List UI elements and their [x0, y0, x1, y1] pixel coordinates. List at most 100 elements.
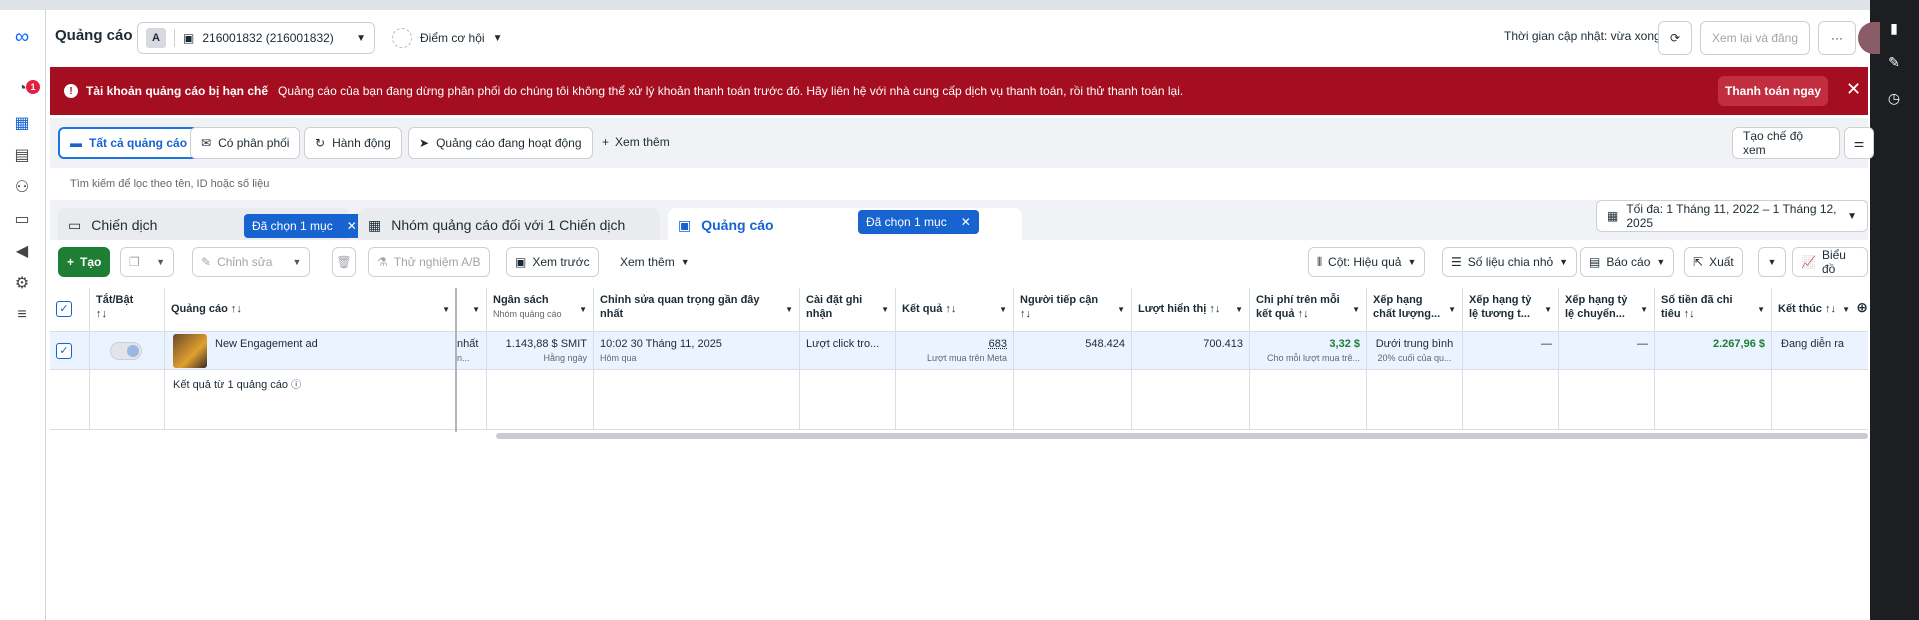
ends-cell: Đang diễn ra: [1772, 332, 1868, 370]
menu-icon[interactable]: ≡: [11, 304, 33, 326]
filter-all-ads[interactable]: ▬ Tất cả quảng cáo: [58, 127, 200, 159]
column-toggle[interactable]: Tắt/Bật ↑↓: [90, 288, 165, 332]
select-all-checkbox[interactable]: ✓: [56, 301, 72, 317]
selection-label: Đã chọn 1 mục: [866, 215, 947, 229]
column-budget[interactable]: Ngân sách Nhóm quảng cáo ▼: [487, 288, 594, 332]
column-amount-spent[interactable]: Số tiền đã chi tiêu ↑↓ ▼: [1655, 288, 1772, 332]
columns-button[interactable]: ⫴ Cột: Hiệu quả ▼: [1308, 247, 1426, 277]
column-last-edit[interactable]: Chỉnh sửa quan trọng gần đây nhất ▼: [594, 288, 800, 332]
cell-value: 2.267,96 $: [1713, 338, 1765, 350]
add-column-icon[interactable]: ⊕: [1856, 300, 1868, 314]
campaign-selection-pill[interactable]: Đã chọn 1 mục ✕: [244, 214, 365, 238]
pay-now-button[interactable]: Thanh toán ngay: [1718, 76, 1828, 106]
export-dropdown[interactable]: ▼: [1758, 247, 1786, 277]
impressions-cell: 700.413: [1132, 332, 1250, 370]
billing-card-icon[interactable]: ▭: [11, 208, 33, 230]
filter-delivering[interactable]: ✉ Có phân phối: [190, 127, 301, 159]
filter-actions[interactable]: ↻ Hành động: [304, 127, 402, 159]
opportunity-score[interactable]: Điểm cơ hội ▼: [392, 28, 502, 48]
see-more-filters[interactable]: + Xem thêm: [602, 135, 670, 149]
column-quality-ranking[interactable]: Xếp hạng chất lượng... ▼: [1367, 288, 1463, 332]
chart-icon: 📈: [1801, 255, 1816, 269]
footer-cell: [1655, 370, 1772, 430]
see-more-label: Xem thêm: [615, 135, 670, 149]
create-view-button[interactable]: Tạo chế độ xem: [1732, 127, 1840, 159]
info-icon[interactable]: ⓘ: [291, 380, 301, 391]
search-input[interactable]: Tìm kiếm để lọc theo tên, ID hoặc số liệ…: [56, 170, 1868, 198]
meta-logo-icon[interactable]: ∞: [8, 26, 36, 48]
cell-sub: Cho mỗi lượt mua trê...: [1267, 353, 1360, 363]
reports-button[interactable]: ▤ Báo cáo ▼: [1580, 247, 1675, 277]
column-ad-name[interactable]: Quảng cáo ↑↓ ▼: [165, 288, 457, 332]
last-edit-cell: 10:02 30 Tháng 11, 2025 Hôm qua: [594, 332, 800, 370]
send-icon: ➤: [419, 136, 430, 150]
column-cost-per-result[interactable]: Chi phí trên mỗi kết quả ↑↓ ▼: [1250, 288, 1367, 332]
column-attribution[interactable]: Cài đặt ghi nhận ▼: [800, 288, 896, 332]
right-sidebar: ▮ ✎ ◷: [1870, 0, 1919, 620]
header-label: Số tiền đã chi tiêu ↑↓: [1661, 294, 1733, 320]
cell-sub: Lượt mua trên Meta: [927, 353, 1007, 363]
column-ends[interactable]: Kết thúc ↑↓ ▼ ⊕: [1772, 288, 1868, 332]
close-icon[interactable]: ✕: [961, 215, 971, 229]
row-checkbox[interactable]: ✓: [56, 343, 72, 359]
cell-sub: n...: [457, 353, 470, 363]
ads-selection-pill[interactable]: Đã chọn 1 mục ✕: [858, 210, 979, 234]
filter-active-ads[interactable]: ➤ Quảng cáo đang hoạt động: [408, 127, 593, 159]
chevron-down-icon: ▼: [356, 32, 366, 44]
preview-button[interactable]: ▣ Xem trước: [506, 247, 599, 277]
ad-toggle[interactable]: [110, 342, 142, 360]
reach-cell: 548.424: [1014, 332, 1132, 370]
business-settings-icon[interactable]: ⚙: [11, 272, 33, 294]
create-button[interactable]: + Tạo: [58, 247, 111, 277]
export-button[interactable]: ⇱ Xuất: [1684, 247, 1743, 277]
column-results[interactable]: Kết quả ↑↓ ▼: [896, 288, 1014, 332]
audiences-icon[interactable]: ⚇: [11, 176, 33, 198]
ad-name[interactable]: New Engagement ad: [215, 338, 318, 350]
chart-button[interactable]: 📈 Biểu đồ: [1792, 247, 1868, 277]
avatar[interactable]: [1858, 22, 1880, 54]
delete-button[interactable]: 🗑: [332, 247, 356, 277]
more-options-button[interactable]: ···: [1818, 21, 1856, 55]
history-clock-icon[interactable]: ◷: [1885, 90, 1903, 107]
column-conversion-ranking[interactable]: Xếp hạng tỷ lệ chuyển... ▼: [1559, 288, 1655, 332]
chevron-down-icon: ▼: [881, 305, 889, 314]
sliders-icon: ⚌: [1853, 136, 1865, 150]
chart-icon[interactable]: ▮: [1885, 20, 1903, 37]
chevron-down-icon: ▼: [1117, 305, 1125, 314]
chevron-down-icon: ▼: [442, 305, 450, 314]
table-row[interactable]: New Engagement ad: [165, 332, 457, 370]
page-header: Quảng cáo A ▣ 216001832 (216001832) ▼ Đi…: [46, 10, 1880, 68]
campaigns-megaphone-icon[interactable]: ◀: [11, 240, 33, 262]
duplicate-icon: ❐: [129, 255, 140, 269]
column-reach[interactable]: Người tiếp cận ↑↓ ▼: [1014, 288, 1132, 332]
footer-cell: [1014, 370, 1132, 430]
duplicate-button[interactable]: ❐ ▼: [120, 247, 174, 277]
close-icon[interactable]: ✕: [1846, 79, 1861, 100]
ab-test-button[interactable]: ⚗ Thử nghiệm A/B: [368, 247, 490, 277]
review-publish-button[interactable]: Xem lại và đăng: [1700, 21, 1810, 55]
footer-cell: [594, 370, 800, 430]
refresh-button[interactable]: ⟳: [1658, 21, 1692, 55]
horizontal-scrollbar[interactable]: [496, 433, 1868, 439]
account-selector[interactable]: A ▣ 216001832 (216001832) ▼: [137, 22, 375, 54]
see-more-actions[interactable]: Xem thêm ▼: [612, 247, 698, 277]
tab-adsets[interactable]: ▦ Nhóm quảng cáo đối với 1 Chiến dịch: [358, 208, 660, 242]
cell-sub: Hằng ngày: [543, 353, 587, 363]
cell-value[interactable]: 683: [902, 337, 1007, 351]
edit-pencil-icon[interactable]: ✎: [1885, 54, 1903, 71]
column-impressions[interactable]: Lượt hiển thị ↑↓ ▼: [1132, 288, 1250, 332]
reports-label: Báo cáo: [1606, 255, 1651, 269]
pages-icon[interactable]: ▤: [11, 144, 33, 166]
column-partial[interactable]: ▼: [457, 288, 487, 332]
select-all-header[interactable]: ✓: [50, 288, 90, 332]
view-settings-button[interactable]: ⚌: [1844, 127, 1874, 159]
breakdown-button[interactable]: ☰ Số liệu chia nhỏ ▼: [1442, 247, 1578, 277]
chevron-down-icon: ▼: [1407, 257, 1417, 267]
ads-manager-table-icon[interactable]: ▦: [11, 112, 33, 134]
date-range-picker[interactable]: ▦ Tối đa: 1 Tháng 11, 2022 – 1 Tháng 12,…: [1596, 200, 1868, 232]
column-engagement-ranking[interactable]: Xếp hạng tỷ lệ tương t... ▼: [1463, 288, 1559, 332]
edit-button[interactable]: ✎ Chỉnh sửa ▼: [192, 247, 311, 277]
adset-grid-icon: ▦: [368, 216, 382, 233]
chevron-down-icon: ▼: [1640, 305, 1648, 314]
close-icon[interactable]: ✕: [347, 219, 357, 233]
